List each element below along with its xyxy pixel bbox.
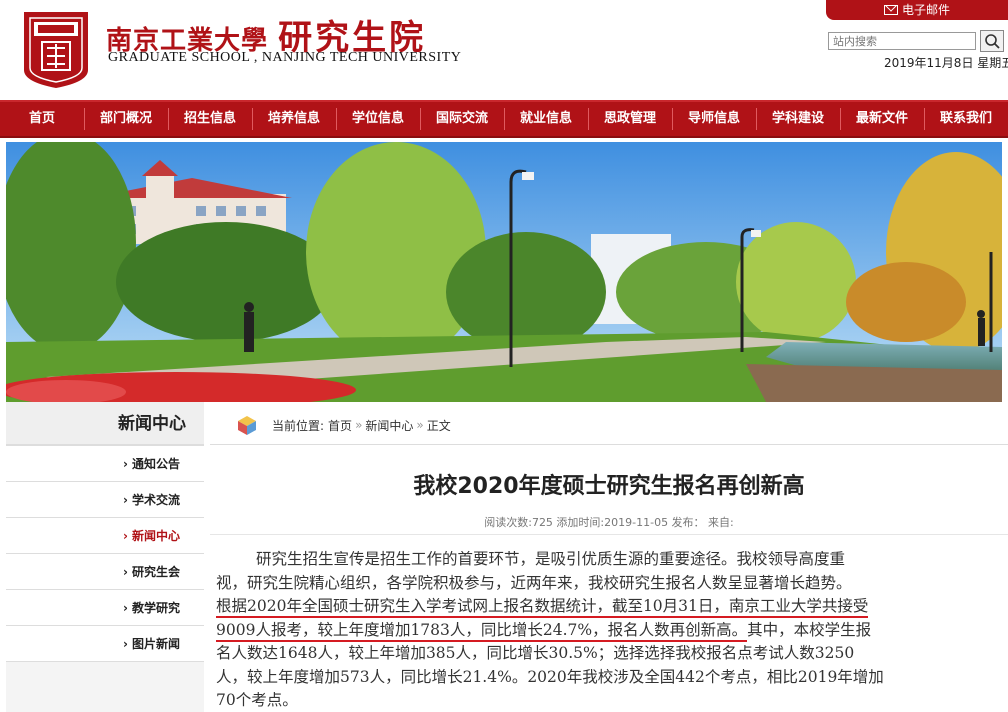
breadcrumb-separator-icon: » [416,418,424,432]
sidebar-item-news[interactable]: › 新闻中心 [6,518,204,554]
breadcrumb-prefix: 当前位置: [272,418,325,433]
nav-item-employment[interactable]: 就业信息 [504,102,588,136]
article-line: 人，较上年度增加573人，同比增长21.4%。2020年我校涉及全国442个考点… [216,667,884,686]
article-text: 其中，本校学生报 [747,620,872,639]
nav-item-supervisors[interactable]: 导师信息 [672,102,756,136]
sidebar-item-academic[interactable]: › 学术交流 [6,482,204,518]
search-input[interactable] [828,32,976,50]
breadcrumb-home[interactable]: 首页 [328,417,352,434]
article-body: 研究生招生宣传是招生工作的首要环节，是吸引优质生源的重要途径。我校领导高度重 视… [216,548,1008,712]
arrow-right-icon: › [123,493,128,507]
article-line: 视，研究生院精心组织，各学院积极参与，近两年来，我校研究生报名人数呈显著增长趋势… [216,573,852,592]
sidebar-item-label: 研究生会 [131,565,180,579]
highlighted-text: 根据2020年全国硕士研究生入学考试网上报名数据统计，截至10月31日，南京工业… [216,597,869,618]
highlighted-text: 9009人报考，较上年度增加1783人，同比增长24.7%，报名人数再创新高。 [216,620,748,642]
nav-item-disciplines[interactable]: 学科建设 [756,102,840,136]
article-line: 名人数达1648人，较上年增加385人，同比增长30.5%；选择选择我校报名点考… [216,644,855,662]
arrow-right-icon: › [123,565,128,579]
nav-item-degree[interactable]: 学位信息 [336,102,420,136]
logo-english-name: GRADUATE SCHOOL , NANJING TECH UNIVERSIT… [108,50,462,65]
sidebar-item-teaching[interactable]: › 教学研究 [6,590,204,626]
arrow-right-icon: › [123,457,128,471]
article-line: 70个考点。 [216,691,298,709]
cube-icon [238,416,256,435]
divider [210,534,1008,535]
nav-item-contact[interactable]: 联系我们 [924,102,1008,136]
article-line-highlighted: 根据2020年全国硕士研究生入学考试网上报名数据统计，截至10月31日，南京工业… [216,595,1008,619]
arrow-right-icon: › [123,637,128,651]
sidebar-title: 新闻中心 [6,402,204,446]
sidebar-item-label: 图片新闻 [131,637,180,651]
nav-item-departments[interactable]: 部门概况 [84,102,168,136]
left-sidebar: 新闻中心 › 通知公告 › 学术交流 › 新闻中心 › 研究生会 › 教学研究 › 图片新闻 [6,402,204,712]
nav-item-home[interactable]: 首页 [0,102,84,136]
sidebar-item-label: 教学研究 [131,601,180,615]
search-button[interactable] [980,30,1004,52]
article-line: 研究生招生宣传是招生工作的首要环节，是吸引优质生源的重要途径。我校领导高度重 [256,550,846,568]
search-icon [985,34,1000,49]
nav-item-international[interactable]: 国际交流 [420,102,504,136]
sidebar-item-label: 通知公告 [131,457,180,471]
sidebar-item-student-union[interactable]: › 研究生会 [6,554,204,590]
breadcrumb: 当前位置: 首页 » 新闻中心 » 正文 [236,412,451,438]
email-link[interactable]: 电子邮件 [826,0,1008,20]
divider [210,444,1008,445]
university-seal-logo[interactable] [20,8,92,90]
nav-item-admissions[interactable]: 招生信息 [168,102,252,136]
campus-banner-image [6,142,1002,402]
sidebar-item-label: 学术交流 [131,493,180,507]
sidebar-item-label: 新闻中心 [131,529,180,543]
arrow-right-icon: › [123,601,128,615]
nav-item-ideology[interactable]: 思政管理 [588,102,672,136]
breadcrumb-news[interactable]: 新闻中心 [365,417,413,434]
article-line-highlighted: 9009人报考，较上年度增加1783人，同比增长24.7%，报名人数再创新高。其… [216,619,1008,643]
current-date: 2019年11月8日 星期五 [884,56,1008,70]
breadcrumb-current: 正文 [426,418,451,433]
campus-scene [6,142,1002,402]
nav-item-latest-docs[interactable]: 最新文件 [840,102,924,136]
article-meta: 阅读次数:725 添加时间:2019-11-05 发布： 来自: [484,516,734,529]
envelope-icon [883,5,898,15]
sidebar-item-photo-news[interactable]: › 图片新闻 [6,626,204,662]
main-nav: 首页 部门概况 招生信息 培养信息 学位信息 国际交流 就业信息 思政管理 导师… [0,100,1008,138]
main-content: 当前位置: 首页 » 新闻中心 » 正文 我校2020年度硕士研究生报名再创新高… [210,402,1008,712]
article-title: 我校2020年度硕士研究生报名再创新高 [413,474,805,499]
email-label: 电子邮件 [901,3,950,17]
arrow-right-icon: › [123,529,128,543]
breadcrumb-separator-icon: » [355,418,363,432]
site-header: 南京工業大學 研究生院 GRADUATE SCHOOL , NANJING TE… [0,0,1008,100]
sidebar-item-notices[interactable]: › 通知公告 [6,446,204,482]
nav-item-training[interactable]: 培养信息 [252,102,336,136]
